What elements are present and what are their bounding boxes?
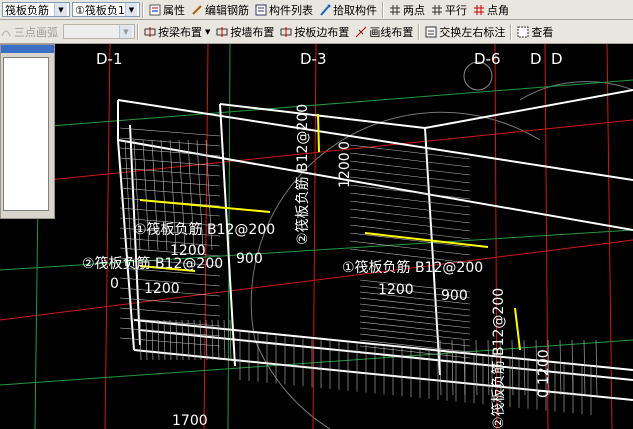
properties-label: 属性: [163, 3, 185, 17]
properties-button[interactable]: 属性: [146, 1, 188, 19]
separator: [510, 23, 513, 40]
dim-1200-c: 1200: [378, 282, 414, 298]
grid-icon: [389, 4, 401, 16]
point-angle-icon: [473, 4, 485, 16]
dim-1200-vertical: 1200: [337, 152, 353, 188]
by-beam-button[interactable]: 按梁布置 ▼: [141, 23, 213, 41]
panel-content: [3, 57, 49, 211]
component-list-button[interactable]: 构件列表: [252, 1, 316, 19]
swap-labels-label: 交换左右标注: [439, 25, 506, 39]
component-list-label: 构件列表: [269, 3, 313, 17]
dim-1200-a: 1200: [170, 243, 206, 259]
dim-1200-b: 1200: [144, 281, 180, 297]
component-type-value: 筏板负筋: [5, 3, 49, 17]
chevron-down-icon: ▼: [124, 3, 137, 16]
chevron-down-icon: ▼: [205, 27, 211, 36]
eyedropper-icon: [319, 4, 331, 16]
by-wall-label: 按墙布置: [230, 25, 275, 39]
dim-1700: 1700: [172, 413, 208, 429]
draw-line-button[interactable]: 画线布置: [352, 23, 416, 41]
arc-mode-dropdown[interactable]: ▼: [63, 24, 135, 39]
draw-line-label: 画线布置: [369, 25, 414, 39]
chevron-down-icon: ▼: [54, 3, 67, 16]
separator: [382, 1, 384, 18]
dim-0-a: 0: [110, 276, 119, 292]
toolbar-draw: 三点画弧 ▼ 按梁布置 ▼ 按墙布置 按板边布置 画线布置 交换左右标注 查看: [0, 20, 633, 44]
component-name-value: ①筏板负1: [75, 3, 125, 17]
pick-component-label: 拾取构件: [333, 3, 377, 17]
component-type-dropdown[interactable]: 筏板负筋 ▼: [2, 2, 70, 17]
separator: [142, 1, 144, 18]
rebar-label-vertical-1[interactable]: ②筏板负筋 B12@200: [292, 104, 312, 245]
axis-label-d3: D-3: [300, 50, 327, 68]
rebar-label-1[interactable]: ①筏板负筋 B12@200: [134, 219, 275, 239]
two-points-label: 两点: [403, 3, 425, 17]
by-wall-button[interactable]: 按墙布置: [213, 23, 277, 41]
parallel-label: 平行: [445, 3, 467, 17]
toolbar-top: 筏板负筋 ▼ ①筏板负1 ▼ 属性 编辑钢筋 构件列表 拾取构件 两点 平行 点…: [0, 0, 633, 20]
by-slab-edge-button[interactable]: 按板边布置: [277, 23, 352, 41]
dim-1200-vertical-2: 1200: [536, 349, 552, 385]
rebar-label-3[interactable]: ①筏板负筋 B12@200: [342, 257, 483, 277]
view-label: 查看: [531, 25, 554, 39]
component-name-dropdown[interactable]: ①筏板负1 ▼: [72, 2, 140, 17]
dim-0-vertical: 0: [337, 141, 353, 150]
by-beam-label: 按梁布置: [158, 25, 202, 39]
list-icon: [255, 4, 267, 16]
view-icon: [517, 26, 529, 38]
axis-label-d6: D-6: [474, 50, 501, 68]
edit-rebar-button[interactable]: 编辑钢筋: [188, 1, 252, 19]
point-angle-label: 点角: [487, 3, 509, 17]
properties-icon: [149, 4, 161, 16]
swap-labels-button[interactable]: 交换左右标注: [422, 23, 508, 41]
arc-icon: [0, 26, 12, 38]
panel-titlebar[interactable]: [1, 45, 54, 53]
pencil-icon: [191, 4, 203, 16]
three-point-arc-label: 三点画弧: [14, 25, 58, 39]
dim-0-vertical-2: 0: [536, 389, 552, 398]
draw-line-icon: [355, 26, 367, 38]
separator: [418, 23, 421, 40]
property-panel[interactable]: [0, 44, 55, 219]
view-button[interactable]: 查看: [514, 23, 556, 41]
parallel-button[interactable]: 平行: [428, 1, 470, 19]
chevron-down-icon: ▼: [119, 25, 132, 38]
beam-layout-icon: [144, 26, 156, 38]
two-points-button[interactable]: 两点: [386, 1, 428, 19]
slab-edge-icon: [280, 26, 292, 38]
axis-label-d: D: [530, 50, 542, 68]
three-point-arc-button[interactable]: 三点画弧: [0, 23, 61, 41]
wall-layout-icon: [216, 26, 228, 38]
swap-icon: [425, 26, 437, 38]
edit-rebar-label: 编辑钢筋: [205, 3, 249, 17]
axis-label-d1: D-1: [96, 50, 123, 68]
rebar-label-vertical-2[interactable]: ②筏板负筋 B12@200: [488, 288, 508, 429]
by-slab-edge-label: 按板边布置: [294, 25, 350, 39]
dim-900-a: 900: [236, 251, 263, 267]
pick-component-button[interactable]: 拾取构件: [316, 1, 380, 19]
point-angle-button[interactable]: 点角: [470, 1, 512, 19]
dim-900-b: 900: [441, 288, 468, 304]
axis-label-d-2: D: [551, 50, 563, 68]
parallel-icon: [431, 4, 443, 16]
separator: [137, 23, 139, 40]
